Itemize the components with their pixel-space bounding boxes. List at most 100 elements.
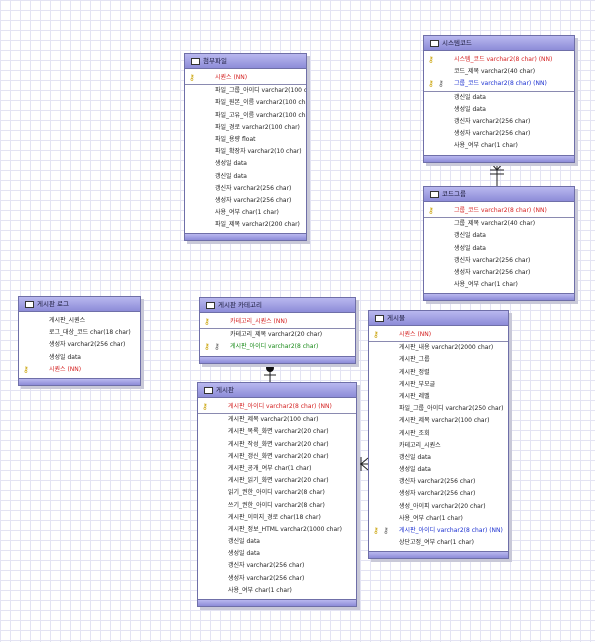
column-label: 시퀀스 (NN)	[215, 74, 248, 81]
column-label: 파일_확장자 varchar2(10 char)	[215, 148, 302, 156]
column-row[interactable]: 게시판_제목 varchar2(100 char)	[369, 415, 508, 427]
column-label: 쓰기_권한_아이디 varchar2(8 char)	[228, 501, 325, 509]
column-label: 시스템_코드 varchar2(8 char) (NN)	[454, 56, 553, 63]
column-row[interactable]: 게시판_읽기_화면 varchar2(20 char)	[198, 475, 356, 487]
column-label: 카테고리_시퀀스	[399, 441, 441, 449]
column-row[interactable]: 카테고리_시퀀스	[369, 440, 508, 452]
entity-code-group[interactable]: 코드그룹 ⚷ 그룹_코드 varchar2(8 char) (NN) 그룹_제목 va…	[423, 186, 575, 302]
primary-key-icon: ⚷	[428, 55, 434, 64]
entity-columns: ⚷ 시스템_코드 varchar2(8 char) (NN) 코드_제목 varch…	[424, 51, 574, 155]
foreign-key-icon: ⚷	[438, 79, 444, 89]
column-row[interactable]: 갱신일 data	[185, 171, 306, 183]
column-row[interactable]: ⚷ 시퀀스 (NN)	[369, 329, 508, 343]
column-row[interactable]: 사용_여부 char(1 char)	[198, 585, 356, 597]
column-row[interactable]: 게시판_시퀀스	[19, 315, 140, 327]
column-row[interactable]: ⚷ 시퀀스 (NN)	[185, 72, 306, 86]
column-row[interactable]: 생성일 data	[369, 464, 508, 476]
column-row[interactable]: 갱신일 data	[424, 92, 574, 104]
column-row[interactable]: 로그_대상_코드 char(18 char)	[19, 327, 140, 339]
entity-board-log[interactable]: 게시판 로그 게시판_시퀀스 로그_대상_코드 char(18 char) 생성자 v…	[18, 296, 141, 386]
column-row[interactable]: 갱신자 varchar2(256 char)	[424, 116, 574, 128]
column-row[interactable]: ⚷ 그룹_코드 varchar2(8 char) (NN)	[424, 205, 574, 219]
column-row[interactable]: 갱신자 varchar2(256 char)	[185, 183, 306, 195]
column-row[interactable]: 생성일 data	[198, 548, 356, 560]
column-row[interactable]: 게시판_레벨	[369, 391, 508, 403]
column-row[interactable]: ⚷ ⚷ 게시판_아이디 varchar2(8 char)	[200, 341, 355, 353]
column-row[interactable]: ⚷ 시스템_코드 varchar2(8 char) (NN)	[424, 54, 574, 66]
column-row[interactable]: 게시판_목록_화면 varchar2(20 char)	[198, 426, 356, 438]
column-row[interactable]: ⚷ 게시판_아이디 varchar2(8 char) (NN)	[198, 401, 356, 415]
column-row[interactable]: 갱신일 data	[198, 536, 356, 548]
column-row[interactable]: ⚷ 카테고리_시퀀스 (NN)	[200, 316, 355, 330]
column-row[interactable]: 갱신일 data	[369, 452, 508, 464]
column-row[interactable]: 생성자 varchar2(256 char)	[424, 128, 574, 140]
column-row[interactable]: 읽기_권한_아이디 varchar2(8 char)	[198, 487, 356, 499]
column-row[interactable]: ⚷ ⚷ 그룹_코드 varchar2(8 char) (NN)	[424, 78, 574, 92]
column-row[interactable]: 게시판_이미지_경로 char(18 char)	[198, 512, 356, 524]
column-row[interactable]: 게시판_제목 varchar2(100 char)	[198, 414, 356, 426]
column-row[interactable]: 갱신자 varchar2(256 char)	[369, 476, 508, 488]
column-row[interactable]: 게시판_부모글	[369, 379, 508, 391]
column-row[interactable]: ⚷ 시퀀스 (NN)	[19, 364, 140, 376]
column-row[interactable]: 게시판_정보_HTML varchar2(1000 char)	[198, 524, 356, 536]
entity-title: 게시판 로그	[19, 297, 140, 312]
column-row[interactable]: 파일_제목 varchar2(200 char)	[185, 219, 306, 231]
entity-system-code[interactable]: 시스템코드 ⚷ 시스템_코드 varchar2(8 char) (NN) 코드_제목 …	[423, 35, 575, 163]
column-row[interactable]: 생성자 varchar2(256 char)	[369, 488, 508, 500]
column-row[interactable]: 사용_여부 char(1 char)	[185, 207, 306, 219]
column-row[interactable]: 생성자 varchar2(256 char)	[19, 339, 140, 351]
column-label: 갱신자 varchar2(256 char)	[454, 256, 531, 264]
column-row[interactable]: 생성일 data	[185, 158, 306, 170]
column-label: 갱신일 data	[399, 453, 431, 461]
entity-board-category[interactable]: 게시판 카테고리 ⚷ 카테고리_시퀀스 (NN) 카테고리_제목 varchar2(2…	[199, 297, 356, 364]
column-row[interactable]: 게시판_작성_화면 varchar2(20 char)	[198, 439, 356, 451]
column-row[interactable]: 생성_아이피 varchar2(20 char)	[369, 501, 508, 513]
column-row[interactable]: 게시판_정렬	[369, 367, 508, 379]
column-row[interactable]: 그룹_제목 varchar2(40 char)	[424, 218, 574, 230]
column-row[interactable]: 파일_원본_이름 varchar2(100 char)	[185, 97, 306, 109]
column-row[interactable]: 생성자 varchar2(256 char)	[424, 267, 574, 279]
column-label: 카테고리_시퀀스 (NN)	[230, 318, 288, 325]
entity-footer	[198, 599, 356, 606]
table-icon	[430, 39, 439, 47]
column-row[interactable]: 갱신자 varchar2(256 char)	[198, 560, 356, 572]
column-label: 상단고정_여부 char(1 char)	[399, 539, 474, 547]
column-row[interactable]: 상단고정_여부 char(1 char)	[369, 537, 508, 549]
column-row[interactable]: 파일_경로 varchar2(100 char)	[185, 122, 306, 134]
column-row[interactable]: 생성자 varchar2(256 char)	[198, 573, 356, 585]
column-label: 사용_여부 char(1 char)	[454, 142, 518, 150]
column-row[interactable]: 게시판_갱신_화면 varchar2(20 char)	[198, 451, 356, 463]
column-row[interactable]: 파일_그룹_아이디 varchar2(250 char)	[369, 403, 508, 415]
column-row[interactable]: 생성일 data	[424, 104, 574, 116]
entity-post[interactable]: 게시물 ⚷ 시퀀스 (NN) 게시판_내용 varchar2(2000 char) 게시…	[368, 310, 509, 560]
column-row[interactable]: 게시판_내용 varchar2(2000 char)	[369, 342, 508, 354]
column-row[interactable]: 생성자 varchar2(256 char)	[185, 195, 306, 207]
column-row[interactable]: 갱신일 data	[424, 230, 574, 242]
column-row[interactable]: 파일_고유_이름 varchar2(100 char)	[185, 110, 306, 122]
column-row[interactable]: 사용_여부 char(1 char)	[424, 279, 574, 291]
column-row[interactable]: 갱신자 varchar2(256 char)	[424, 255, 574, 267]
column-row[interactable]: 게시판_그룹	[369, 354, 508, 366]
column-row[interactable]: ⚷ ⚷ 게시판_아이디 varchar2(8 char) (NN)	[369, 525, 508, 537]
column-label: 갱신자 varchar2(256 char)	[215, 184, 292, 192]
column-label: 게시판_조회	[399, 429, 430, 437]
entity-footer	[424, 293, 574, 301]
column-row[interactable]: 게시판_조회	[369, 428, 508, 440]
column-row[interactable]: 사용_여부 char(1 char)	[424, 140, 574, 152]
column-label: 게시판_제목 varchar2(100 char)	[399, 417, 490, 425]
column-row[interactable]: 코드_제목 varchar2(40 char)	[424, 66, 574, 78]
column-row[interactable]: 카테고리_제목 varchar2(20 char)	[200, 329, 355, 341]
entity-board[interactable]: 게시판 ⚷ 게시판_아이디 varchar2(8 char) (NN) 게시판_제목 …	[197, 382, 357, 607]
column-row[interactable]: 생성일 data	[424, 243, 574, 255]
column-row[interactable]: 파일_그룹_아이디 varchar2(100 char)	[185, 85, 306, 97]
column-row[interactable]: 게시판_공개_여부 char(1 char)	[198, 463, 356, 475]
column-row[interactable]: 사용_여부 char(1 char)	[369, 513, 508, 525]
column-row[interactable]: 생성일 data	[19, 352, 140, 364]
column-label: 게시판_읽기_화면 varchar2(20 char)	[228, 477, 329, 485]
column-row[interactable]: 파일_확장자 varchar2(10 char)	[185, 146, 306, 158]
entity-columns: 게시판_시퀀스 로그_대상_코드 char(18 char) 생성자 varchar…	[19, 312, 140, 378]
entity-title: 코드그룹	[424, 187, 574, 202]
entity-attachment[interactable]: 첨부파일 ⚷ 시퀀스 (NN) 파일_그룹_아이디 varchar2(100 char…	[184, 53, 307, 242]
column-row[interactable]: 파일_용량 float	[185, 134, 306, 146]
column-row[interactable]: 쓰기_권한_아이디 varchar2(8 char)	[198, 500, 356, 512]
